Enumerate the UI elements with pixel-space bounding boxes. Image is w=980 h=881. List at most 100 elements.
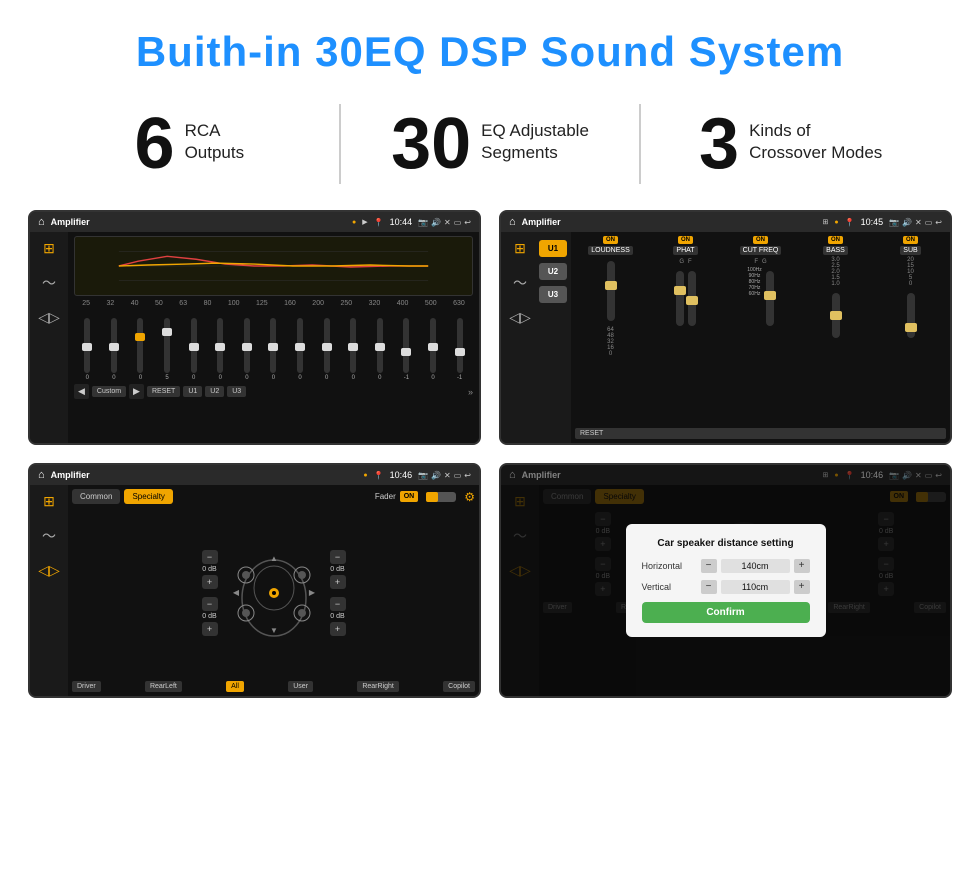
sub-slider[interactable] <box>907 293 915 338</box>
crossover-reset-button[interactable]: RESET <box>575 428 946 439</box>
camera-icon-2: 📷 <box>889 218 899 227</box>
rearright-button-3[interactable]: RearRight <box>357 681 399 692</box>
fader-slider-thumb[interactable] <box>426 492 438 502</box>
eq-prev-button[interactable]: ◀ <box>74 384 89 399</box>
eq-custom-button[interactable]: Custom <box>92 386 126 397</box>
eq-track-2[interactable] <box>137 318 143 373</box>
sub-thumb[interactable] <box>905 323 917 332</box>
eq-thumb-2[interactable] <box>135 333 145 341</box>
vol-control-rl: − 0 dB + <box>202 597 218 636</box>
eq-track-4[interactable] <box>191 318 197 373</box>
phat-thumb-g[interactable] <box>674 286 686 295</box>
preset-u3-button[interactable]: U3 <box>539 286 567 303</box>
sub-toggle[interactable]: ON <box>903 236 918 244</box>
confirm-button[interactable]: Confirm <box>642 602 810 623</box>
phat-slider-f[interactable] <box>688 271 696 326</box>
fader-toggle[interactable]: ON <box>400 491 419 502</box>
eq-reset-button[interactable]: RESET <box>147 386 180 397</box>
eq-thumb-0[interactable] <box>82 343 92 351</box>
back-icon-2: ↩ <box>935 218 942 227</box>
eq-u2-button[interactable]: U2 <box>205 386 224 397</box>
eq-track-12[interactable] <box>403 318 409 373</box>
cutfreq-slider[interactable] <box>766 271 774 326</box>
xo-filter-icon[interactable]: ⊞ <box>514 240 526 257</box>
eq-thumb-5[interactable] <box>215 343 225 351</box>
horizontal-plus-button[interactable]: + <box>794 559 810 573</box>
eq-track-1[interactable] <box>111 318 117 373</box>
dialog-box: Car speaker distance setting Horizontal … <box>626 524 826 637</box>
eq-thumb-3[interactable] <box>162 328 172 336</box>
eq-track-7[interactable] <box>270 318 276 373</box>
vol-plus-fr[interactable]: + <box>330 575 346 589</box>
bass-toggle[interactable]: ON <box>828 236 843 244</box>
eq-thumb-6[interactable] <box>242 343 252 351</box>
vol-plus-fl[interactable]: + <box>202 575 218 589</box>
loudness-thumb[interactable] <box>605 281 617 290</box>
settings-icon-3[interactable]: ⚙ <box>464 490 475 504</box>
preset-u1-button[interactable]: U1 <box>539 240 567 257</box>
eq-track-0[interactable] <box>84 318 90 373</box>
eq-track-3[interactable] <box>164 318 170 373</box>
bass-slider[interactable] <box>832 293 840 338</box>
eq-next-button[interactable]: ▶ <box>129 384 144 399</box>
phat-slider-g[interactable] <box>676 271 684 326</box>
preset-u2-button[interactable]: U2 <box>539 263 567 280</box>
eq-track-6[interactable] <box>244 318 250 373</box>
bass-thumb[interactable] <box>830 311 842 320</box>
cutfreq-toggle[interactable]: ON <box>753 236 768 244</box>
eq-thumb-4[interactable] <box>189 343 199 351</box>
vol-minus-fr[interactable]: − <box>330 550 346 564</box>
fader-slider-bar[interactable] <box>426 492 456 502</box>
horizontal-minus-button[interactable]: − <box>701 559 717 573</box>
vertical-plus-button[interactable]: + <box>794 580 810 594</box>
eq-speaker-icon[interactable]: ◁▷ <box>38 309 60 326</box>
eq-track-13[interactable] <box>430 318 436 373</box>
eq-track-8[interactable] <box>297 318 303 373</box>
feature-text-rca: RCA Outputs <box>185 120 245 164</box>
vol-minus-rl[interactable]: − <box>202 597 218 611</box>
eq-wave-icon[interactable]: 〜 <box>42 273 56 293</box>
eq-u3-button[interactable]: U3 <box>227 386 246 397</box>
eq-thumb-12[interactable] <box>401 348 411 356</box>
eq-track-5[interactable] <box>217 318 223 373</box>
phat-thumb-f[interactable] <box>686 296 698 305</box>
vol-minus-rr[interactable]: − <box>330 597 346 611</box>
eq-track-14[interactable] <box>457 318 463 373</box>
location-icon-3: 📍 <box>374 471 384 480</box>
rearleft-button-3[interactable]: RearLeft <box>145 681 182 692</box>
driver-button-3[interactable]: Driver <box>72 681 101 692</box>
vertical-minus-button[interactable]: − <box>701 580 717 594</box>
eq-filter-icon[interactable]: ⊞ <box>43 240 55 257</box>
eq-thumb-8[interactable] <box>295 343 305 351</box>
fader-speaker-icon[interactable]: ◁▷ <box>38 562 60 579</box>
fader-filter-icon[interactable]: ⊞ <box>43 493 55 510</box>
eq-track-11[interactable] <box>377 318 383 373</box>
eq-track-9[interactable] <box>324 318 330 373</box>
all-button-3[interactable]: All <box>226 681 244 692</box>
eq-thumb-14[interactable] <box>455 348 465 356</box>
cutfreq-thumb[interactable] <box>764 291 776 300</box>
loudness-slider[interactable] <box>607 261 615 321</box>
eq-sidebar: ⊞ 〜 ◁▷ <box>30 232 68 443</box>
eq-thumb-9[interactable] <box>322 343 332 351</box>
channel-cutfreq: ON CUT FREQ FG 100Hz90Hz80Hz70Hz60Hz <box>725 236 796 420</box>
eq-thumb-11[interactable] <box>375 343 385 351</box>
eq-track-10[interactable] <box>350 318 356 373</box>
copilot-button-3[interactable]: Copilot <box>443 681 475 692</box>
fader-wave-icon[interactable]: 〜 <box>42 526 56 546</box>
vol-plus-rl[interactable]: + <box>202 622 218 636</box>
xo-speaker-icon[interactable]: ◁▷ <box>509 309 531 326</box>
phat-toggle[interactable]: ON <box>678 236 693 244</box>
user-button-3[interactable]: User <box>288 681 313 692</box>
loudness-toggle[interactable]: ON <box>603 236 618 244</box>
eq-thumb-1[interactable] <box>109 343 119 351</box>
eq-thumb-13[interactable] <box>428 343 438 351</box>
eq-u1-button[interactable]: U1 <box>183 386 202 397</box>
tab-specialty-3[interactable]: Specialty <box>124 489 172 504</box>
xo-wave-icon[interactable]: 〜 <box>513 273 527 293</box>
eq-thumb-7[interactable] <box>268 343 278 351</box>
tab-common-3[interactable]: Common <box>72 489 120 504</box>
vol-plus-rr[interactable]: + <box>330 622 346 636</box>
eq-thumb-10[interactable] <box>348 343 358 351</box>
vol-minus-fl[interactable]: − <box>202 550 218 564</box>
